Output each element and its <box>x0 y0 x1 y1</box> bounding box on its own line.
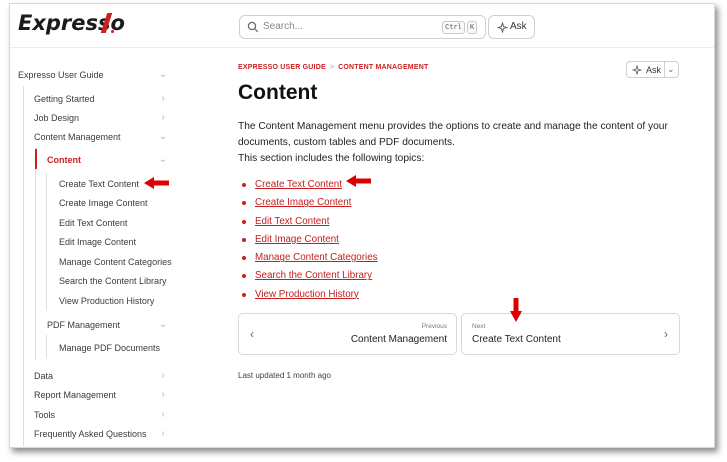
list-item: Edit Text Content <box>242 213 378 231</box>
list-item: Create Image Content <box>242 194 378 212</box>
search-placeholder: Search... <box>263 21 304 32</box>
chevron-down-icon[interactable]: ⌄ <box>158 320 168 330</box>
list-item: Search the Content Library <box>242 267 378 285</box>
intro-topics-label: This section includes the following topi… <box>238 153 425 164</box>
left-arrow-annotation-icon <box>144 177 169 189</box>
sidebar-item-data[interactable]: Data <box>34 369 53 383</box>
sidebar-item-view-production-history[interactable]: View Production History <box>59 294 154 308</box>
breadcrumb-item-user-guide[interactable]: EXPRESSO USER GUIDE <box>238 64 326 71</box>
bullet-icon <box>242 292 246 297</box>
bullet-icon <box>242 274 246 279</box>
browser-window: Expresso Search... Ctrl K Ask Expresso U… <box>9 3 715 448</box>
next-page-button[interactable]: Next Create Text Content › <box>461 313 680 355</box>
intro-text: The Content Management menu provides the… <box>238 119 678 167</box>
bullet-icon <box>242 219 246 224</box>
left-arrow-annotation-icon <box>346 175 371 187</box>
topic-link-edit-text-content[interactable]: Edit Text Content <box>255 216 329 227</box>
previous-page-button[interactable]: ‹ Previous Content Management <box>238 313 457 355</box>
bullet-icon <box>242 183 246 187</box>
sidebar-item-content[interactable]: Content <box>47 153 81 167</box>
ask-button-label: Ask <box>510 21 527 32</box>
chevron-right-icon[interactable]: › <box>158 429 168 439</box>
sidebar-item-manage-content-categories[interactable]: Manage Content Categories <box>59 255 172 269</box>
sidebar-item-create-text-content[interactable]: Create Text Content <box>59 177 139 191</box>
chevron-right-icon[interactable]: › <box>158 371 168 381</box>
sidebar-item-pdf-management[interactable]: PDF Management <box>47 318 120 332</box>
sidebar-item-job-design[interactable]: Job Design <box>34 111 79 125</box>
down-arrow-annotation-icon <box>510 298 522 322</box>
chevron-down-icon[interactable]: ⌄ <box>158 132 168 142</box>
active-indicator <box>35 149 37 169</box>
sidebar-root[interactable]: Expresso User Guide <box>18 68 104 82</box>
list-item: Edit Image Content <box>242 231 378 249</box>
topic-link-create-image-content[interactable]: Create Image Content <box>255 197 351 208</box>
sidebar-item-edit-image-content[interactable]: Edit Image Content <box>59 235 136 249</box>
sidebar-item-report-management[interactable]: Report Management <box>34 388 116 402</box>
list-item: View Production History <box>242 286 378 304</box>
shortcut-k-key: K <box>467 21 478 34</box>
search-input[interactable]: Search... Ctrl K <box>239 15 486 39</box>
search-icon <box>247 21 259 33</box>
sidebar-item-faq[interactable]: Frequently Asked Questions <box>34 427 147 441</box>
breadcrumb: EXPRESSO USER GUIDE > CONTENT MANAGEMENT <box>238 64 428 71</box>
sparkle-icon <box>497 22 508 33</box>
chevron-right-icon: › <box>664 327 668 341</box>
ask-button[interactable]: Ask <box>488 15 535 39</box>
intro-paragraph: The Content Management menu provides the… <box>238 121 668 148</box>
tree-guide-line <box>46 335 47 359</box>
previous-label: Previous <box>421 323 447 330</box>
bullet-icon <box>242 256 246 261</box>
page-title: Content <box>238 81 318 104</box>
ask-page-button[interactable]: Ask ⌄ <box>626 61 679 78</box>
chevron-down-icon[interactable]: ⌄ <box>667 64 675 75</box>
chevron-left-icon: ‹ <box>250 327 254 341</box>
topic-link-manage-content-categories[interactable]: Manage Content Categories <box>255 252 378 263</box>
shortcut-ctrl-key: Ctrl <box>442 21 465 34</box>
next-title: Create Text Content <box>472 334 561 345</box>
chevron-right-icon[interactable]: › <box>158 113 168 123</box>
topic-link-create-text-content[interactable]: Create Text Content <box>255 179 342 190</box>
tree-guide-line <box>35 148 36 360</box>
sidebar: Expresso User Guide ⌄ Getting Started › … <box>10 48 180 447</box>
bullet-icon <box>242 237 246 242</box>
sidebar-item-search-content-library[interactable]: Search the Content Library <box>59 274 167 288</box>
ask-divider <box>664 62 665 77</box>
previous-title: Content Management <box>350 334 447 345</box>
logo-dot-mark <box>111 30 114 33</box>
sidebar-item-content-management[interactable]: Content Management <box>34 130 121 144</box>
list-item: Manage Content Categories <box>242 249 378 267</box>
chevron-right-icon[interactable]: › <box>158 410 168 420</box>
next-label: Next <box>472 323 486 330</box>
tree-guide-line <box>46 173 47 311</box>
topics-list: Create Text Content Create Image Content… <box>242 176 378 304</box>
chevron-down-icon[interactable]: ⌄ <box>158 70 168 80</box>
sidebar-item-edit-text-content[interactable]: Edit Text Content <box>59 216 127 230</box>
sidebar-item-manage-pdf-documents[interactable]: Manage PDF Documents <box>59 341 160 355</box>
chevron-right-icon[interactable]: › <box>158 94 168 104</box>
sidebar-item-create-image-content[interactable]: Create Image Content <box>59 196 148 210</box>
topic-link-edit-image-content[interactable]: Edit Image Content <box>255 234 339 245</box>
chevron-down-icon[interactable]: ⌄ <box>158 155 168 165</box>
bullet-icon <box>242 201 246 206</box>
chevron-right-icon[interactable]: › <box>158 390 168 400</box>
top-bar: Expresso Search... Ctrl K Ask <box>10 4 714 48</box>
tree-guide-line <box>23 86 24 446</box>
sidebar-item-tools[interactable]: Tools <box>34 408 55 422</box>
sparkle-icon <box>632 65 642 75</box>
last-updated: Last updated 1 month ago <box>238 371 331 380</box>
breadcrumb-item-content-management[interactable]: CONTENT MANAGEMENT <box>338 64 428 71</box>
sidebar-item-getting-started[interactable]: Getting Started <box>34 92 95 106</box>
topic-link-view-production-history[interactable]: View Production History <box>255 289 359 300</box>
breadcrumb-separator: > <box>329 64 335 71</box>
topic-link-search-content-library[interactable]: Search the Content Library <box>255 270 372 281</box>
ask-page-label: Ask <box>646 65 662 75</box>
